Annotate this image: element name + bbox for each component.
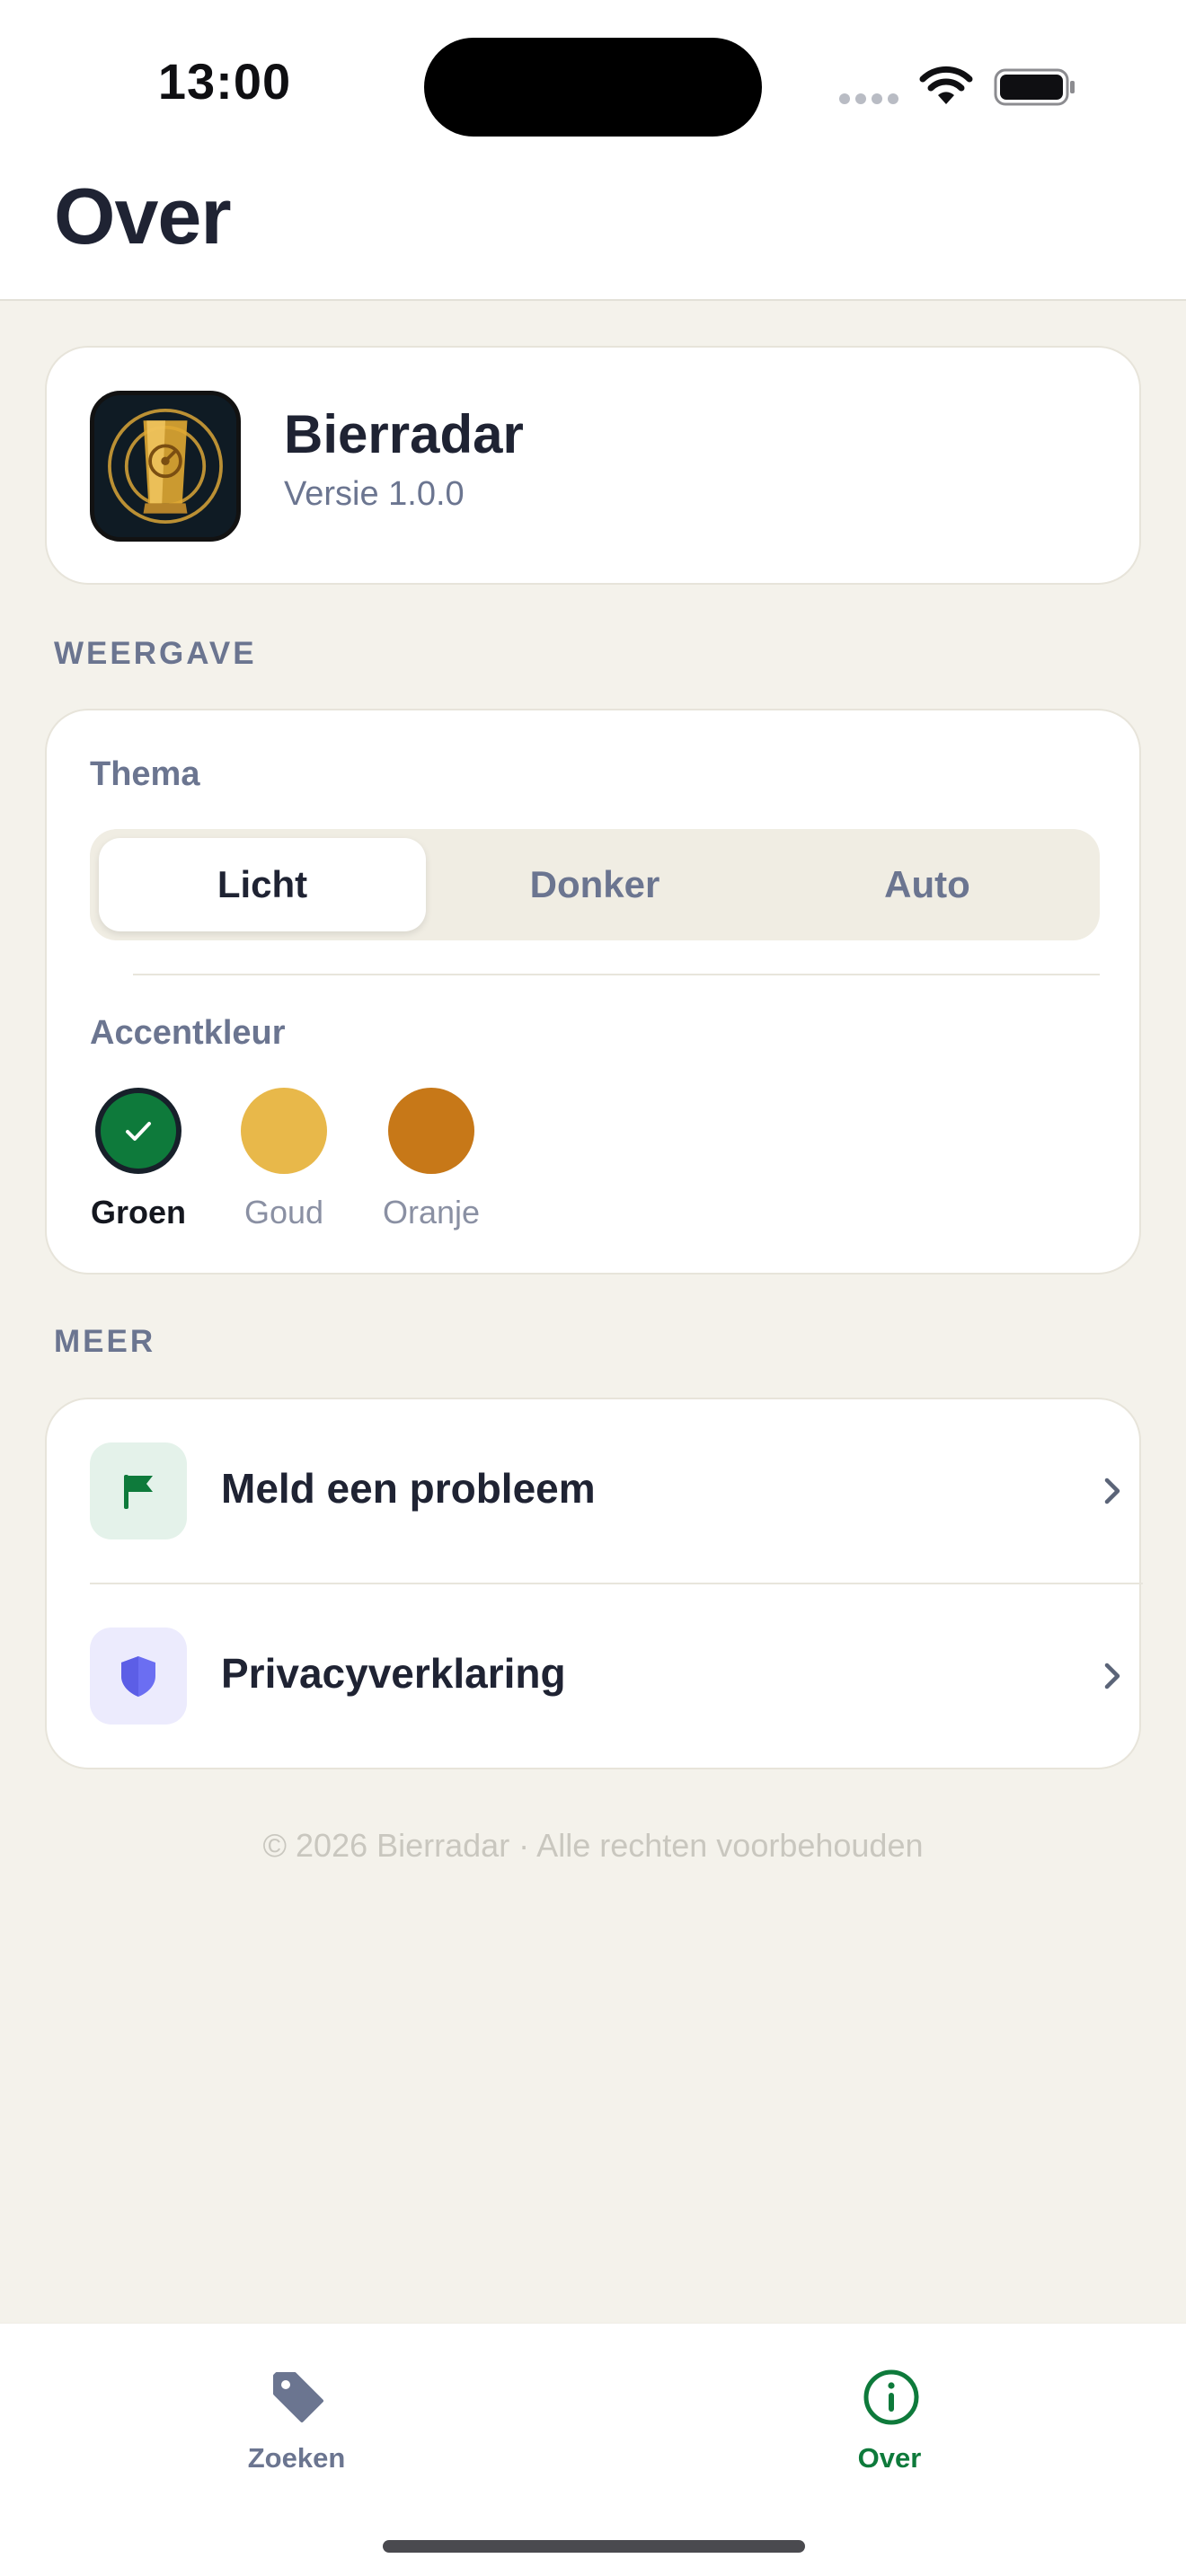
- theme-option-auto[interactable]: Auto: [764, 838, 1091, 931]
- accent-swatch-gold[interactable]: Goud: [230, 1088, 338, 1240]
- section-label-more: MEER: [54, 1324, 156, 1359]
- accent-swatch-label: Groen: [90, 1194, 186, 1231]
- theme-segmented-control: Licht Donker Auto: [90, 829, 1100, 940]
- tab-search-label: Zoeken: [247, 2442, 346, 2474]
- accent-color-label: Accentkleur: [90, 1014, 286, 1052]
- report-problem-label: Meld een probleem: [221, 1465, 596, 1512]
- divider: [133, 974, 1100, 975]
- tag-icon: [273, 2372, 323, 2422]
- tab-bar: Zoeken Over: [0, 2323, 1186, 2576]
- section-label-display: WEERGAVE: [54, 636, 257, 671]
- accent-color-dot-green: [95, 1088, 181, 1174]
- theme-option-light[interactable]: Licht: [99, 838, 426, 931]
- shield-icon: [90, 1628, 187, 1725]
- tab-search[interactable]: Zoeken: [180, 2367, 413, 2492]
- report-problem-row[interactable]: Meld een probleem: [47, 1399, 1139, 1583]
- app-header: Over: [0, 162, 1186, 301]
- cellular-signal-icon: [839, 93, 900, 106]
- tab-about[interactable]: Over: [773, 2367, 1006, 2492]
- app-name: Bierradar: [284, 404, 524, 464]
- accent-swatch-green[interactable]: Groen: [84, 1088, 192, 1240]
- wifi-icon: [919, 66, 973, 104]
- copyright-footer: © 2026 Bierradar · Alle rechten voorbeho…: [262, 1827, 924, 1864]
- status-bar: 13:00: [0, 0, 1186, 162]
- page-title: Over: [54, 172, 232, 260]
- privacy-policy-row[interactable]: Privacyverklaring: [47, 1584, 1139, 1768]
- chevron-right-icon: [1104, 1663, 1120, 1689]
- flag-icon: [90, 1442, 187, 1539]
- info-icon: [863, 2369, 919, 2425]
- accent-color-dot-gold: [241, 1088, 327, 1174]
- app-info-card: Bierradar Versie 1.0.0: [45, 346, 1141, 585]
- app-version: Versie 1.0.0: [284, 475, 465, 513]
- battery-icon: [994, 68, 1075, 106]
- checkmark-icon: [126, 1122, 151, 1141]
- privacy-policy-label: Privacyverklaring: [221, 1650, 566, 1697]
- theme-label: Thema: [90, 755, 200, 793]
- tab-about-label: Over: [857, 2442, 922, 2474]
- home-indicator: [383, 2540, 805, 2553]
- chevron-right-icon: [1104, 1478, 1120, 1504]
- more-card: Meld een probleem Privacyverklaring: [45, 1398, 1143, 1769]
- accent-swatch-label: Goud: [243, 1194, 324, 1231]
- status-time: 13:00: [157, 53, 292, 110]
- accent-color-dot-orange: [388, 1088, 474, 1174]
- accent-swatch-label: Oranje: [382, 1194, 481, 1231]
- display-settings-card: Thema Licht Donker Auto Accentkleur Groe…: [45, 709, 1141, 1275]
- dynamic-island: [424, 38, 762, 137]
- theme-option-dark[interactable]: Donker: [431, 838, 758, 931]
- accent-swatch-orange[interactable]: Oranje: [377, 1088, 485, 1240]
- radar-beer-glass-icon: [90, 391, 241, 542]
- status-indicators: [839, 65, 1082, 108]
